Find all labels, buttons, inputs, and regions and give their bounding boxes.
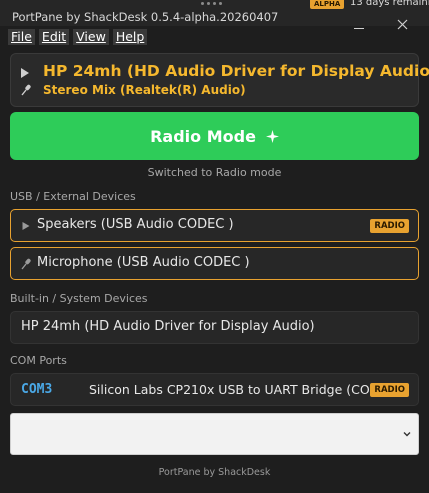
minimize-icon[interactable] [352, 17, 368, 33]
com-section-title: COM Ports [10, 354, 67, 367]
microphone-icon [21, 84, 31, 96]
menu-edit[interactable]: Edit [38, 29, 70, 45]
menu-view[interactable]: View [73, 29, 109, 45]
builtin-section-title: Built-in / System Devices [10, 292, 148, 305]
current-output-device: HP 24mh (HD Audio Driver for Display Aud… [43, 62, 429, 80]
device-label: HP 24mh (HD Audio Driver for Display Aud… [21, 319, 315, 334]
menu-help[interactable]: Help [112, 29, 148, 45]
device-label: Speakers (USB Audio CODEC ) [37, 217, 234, 232]
com-port-row[interactable]: COM3 Silicon Labs CP210x USB to UART Bri… [10, 373, 419, 406]
play-icon [21, 68, 29, 78]
microphone-icon [21, 258, 31, 270]
device-label: Microphone (USB Audio CODEC ) [37, 255, 250, 270]
device-row-usb-microphone[interactable]: Microphone (USB Audio CODEC ) [10, 247, 419, 280]
window-title: PortPane by ShackDesk 0.5.4-alpha.202604… [12, 10, 279, 24]
usb-section-title: USB / External Devices [10, 190, 136, 203]
device-row-builtin-display-audio[interactable]: HP 24mh (HD Audio Driver for Display Aud… [10, 311, 419, 344]
chevron-down-icon [403, 432, 411, 437]
status-message: Switched to Radio mode [147, 166, 282, 179]
port-select-dropdown[interactable] [10, 413, 419, 455]
com-port-description: Silicon Labs CP210x USB to UART Bridge (… [89, 382, 394, 397]
current-devices-panel: HP 24mh (HD Audio Driver for Display Aud… [10, 53, 429, 107]
drag-handle-icon[interactable] [201, 2, 222, 5]
sparkle-icon [265, 129, 279, 143]
radio-mode-button[interactable]: Radio Mode [10, 112, 419, 160]
footer-text: PortPane by ShackDesk [158, 467, 271, 478]
title-bar[interactable]: PortPane by ShackDesk 0.5.4-alpha.202604… [0, 0, 429, 30]
trial-days-remaining: 13 days remaining [350, 0, 429, 8]
menu-file[interactable]: File [8, 29, 35, 45]
radio-tag: RADIO [370, 383, 409, 397]
com-port-name: COM3 [21, 382, 53, 397]
alpha-badge: ALPHA [310, 0, 345, 9]
radio-mode-label: Radio Mode [150, 126, 256, 146]
radio-tag: RADIO [370, 219, 409, 233]
close-icon[interactable] [395, 17, 411, 33]
current-input-device: Stereo Mix (Realtek(R) Audio) [43, 83, 246, 97]
menu-bar: File Edit View Help [8, 29, 151, 45]
device-row-usb-speakers[interactable]: Speakers (USB Audio CODEC ) RADIO [10, 209, 419, 242]
play-icon [22, 222, 30, 230]
